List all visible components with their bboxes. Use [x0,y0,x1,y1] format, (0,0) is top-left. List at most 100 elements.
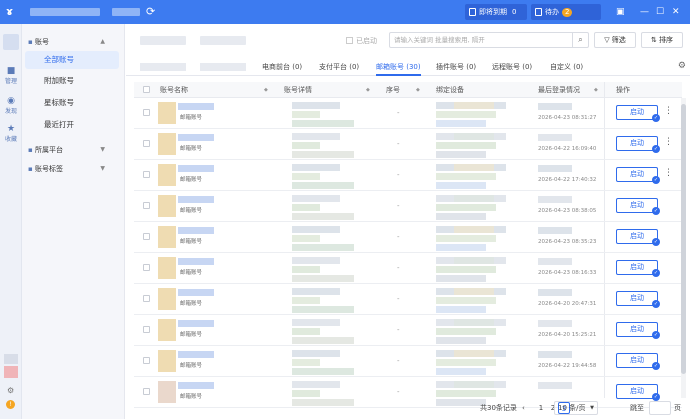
row-checkbox[interactable] [143,109,150,116]
row-checkbox[interactable] [143,171,150,178]
tab-custom[interactable]: 自定义 (0) [550,58,583,76]
seq-value: - [397,388,400,396]
row-checkbox[interactable] [143,202,150,209]
row-checkbox[interactable] [143,326,150,333]
launch-button[interactable]: 启动 ✓ [616,322,660,339]
table-row[interactable]: 邮箱账号 - 2026-04-23 08:31:27 启动 ✓ ⋮ [134,98,682,129]
scrollbar-thumb[interactable] [681,104,686,374]
expiring-button[interactable]: 即将到期 0 [465,4,527,20]
table-row[interactable]: 邮箱账号 - 2026-04-20 15:25:21 启动 ✓ [134,315,682,346]
leftbar-discover[interactable]: ◉ 发现 [0,96,22,115]
sidebar-item-recent[interactable]: 最近打开 [22,116,119,134]
filter-button[interactable]: ▽ 筛选 [594,32,636,48]
sidebar-item-extra-accounts[interactable]: 附加账号 [22,72,119,90]
sidebar-item-starred-accounts[interactable]: 星标账号 [22,94,119,112]
sidebar-group-tags[interactable]: ▪ 账号标签 ▼ [28,163,123,175]
search-input[interactable]: 请输入关键词 批量搜索用, 隔开 ⌕ [389,32,589,48]
row-checkbox[interactable] [143,388,150,395]
tab-email[interactable]: 邮箱账号 (30) [376,58,421,76]
last-login-date: 2026-04-20 20:47:31 [538,301,597,307]
row-checkbox[interactable] [143,233,150,240]
sort-arrows-icon[interactable]: ◆ [416,82,420,98]
tab-payment[interactable]: 支付平台 (0) [319,58,359,76]
launch-button[interactable]: 启动 ✓ [616,384,660,401]
minimize-icon[interactable]: — [640,6,649,18]
gear-icon[interactable]: ⚙ [678,61,686,71]
table-row[interactable]: 邮箱账号 - 2026-04-22 16:09:40 启动 ✓ ⋮ [134,129,682,160]
table-row[interactable]: 邮箱账号 - 2026-04-22 19:44:58 启动 ✓ [134,346,682,377]
blurred-device [436,111,496,118]
account-type-label: 邮箱账号 [180,239,203,245]
row-checkbox[interactable] [143,295,150,302]
prev-page-icon[interactable]: ‹ [522,402,525,414]
search-icon[interactable]: ⌕ [572,32,588,48]
blurred-detail [292,226,340,233]
table-row[interactable]: 邮箱账号 - 2026-04-23 08:16:33 启动 ✓ [134,253,682,284]
launch-button[interactable]: 启动 ✓ [616,291,660,308]
todo-count-badge: 2 [562,8,573,17]
settings-icon[interactable]: ⚙ [7,386,14,395]
table-row[interactable]: 邮箱账号 - 2026-04-20 20:47:31 启动 ✓ [134,284,682,315]
blurred-account-name [178,103,214,110]
maximize-icon[interactable]: ☐ [656,6,664,18]
launch-label: 启动 [630,139,644,147]
launch-button[interactable]: 启动 ✓ [616,105,660,122]
table-row[interactable]: 邮箱账号 - 2026-04-23 08:38:05 启动 ✓ [134,191,682,222]
avatar[interactable] [3,34,19,50]
table-row[interactable]: 邮箱账号 - 2026-04-22 17:40:32 启动 ✓ ⋮ [134,160,682,191]
shirt-icon[interactable]: ▣ [616,6,625,18]
sidebar-group-accounts[interactable]: ▪ 账号 ▲ [28,36,123,48]
last-login-date: 2026-04-22 17:40:32 [538,177,597,183]
manage-icon: ■ [6,66,16,76]
vertical-scrollbar[interactable] [681,98,686,398]
blurred-last-login [538,289,572,296]
table-row[interactable]: 邮箱账号 - 2026-04-23 08:35:23 启动 ✓ [134,222,682,253]
page-1[interactable]: 1 [536,402,546,414]
more-options-icon[interactable]: ⋮ [664,105,673,118]
launch-button[interactable]: 启动 ✓ [616,136,660,153]
blurred-device [436,337,486,344]
launch-button[interactable]: 启动 ✓ [616,353,660,370]
sidebar-group-platform[interactable]: ▪ 所属平台 ▼ [28,144,123,156]
notification-icon[interactable]: ! [6,400,15,409]
row-checkbox[interactable] [143,264,150,271]
page-size-select[interactable]: 10 条/页 ▼ [554,401,598,415]
todo-icon [535,8,542,16]
row-checkbox[interactable] [143,357,150,364]
sort-arrows-icon[interactable]: ◆ [594,82,598,98]
launch-button[interactable]: 启动 ✓ [616,260,660,277]
leftbar-manage[interactable]: ■ 管理 [0,66,22,85]
tab-plugin[interactable]: 插件账号 (0) [436,58,476,76]
last-login-date: 2026-04-23 08:35:23 [538,239,597,245]
jump-page-input[interactable] [649,401,671,415]
todo-button[interactable]: 待办 2 [531,4,601,20]
table-header: 账号名称 ◆ 账号详情 ◆ 序号 ◆ 绑定设备 最后登录情况 ◆ 操作 [134,82,682,98]
sort-button[interactable]: ⇅ 排序 [641,32,683,48]
sort-arrows-icon[interactable]: ◆ [264,82,268,98]
header-name[interactable]: 账号名称 [160,82,188,98]
launch-button[interactable]: 启动 ✓ [616,229,660,246]
more-options-icon[interactable]: ⋮ [664,167,673,180]
header-detail: 账号详情 [284,82,312,98]
account-thumbnail [158,319,176,341]
row-checkbox[interactable] [143,140,150,147]
refresh-icon[interactable]: ⟳ [146,5,155,19]
seq-value: - [397,202,400,210]
tab-remote[interactable]: 远程账号 (0) [492,58,532,76]
sidebar-item-all-accounts[interactable]: 全部账号 [25,51,119,69]
blurred-device [436,120,486,127]
platform-icon: ▪ [28,146,35,154]
select-all-checkbox[interactable] [143,86,150,93]
close-icon[interactable]: ✕ [672,6,680,18]
launch-button[interactable]: 启动 ✓ [616,167,660,184]
tab-ecommerce[interactable]: 电商前台 (0) [262,58,302,76]
auto-start-checkbox[interactable]: 已启动 [346,36,377,46]
leftbar-favorites[interactable]: ★ 收藏 [0,124,22,143]
more-options-icon[interactable]: ⋮ [664,136,673,149]
blurred-account-name [178,289,214,296]
blurred-detail [292,204,320,211]
blurred-detail [292,368,354,375]
sort-arrows-icon[interactable]: ◆ [366,82,370,98]
launch-button[interactable]: 启动 ✓ [616,198,660,215]
account-thumbnail [158,257,176,279]
